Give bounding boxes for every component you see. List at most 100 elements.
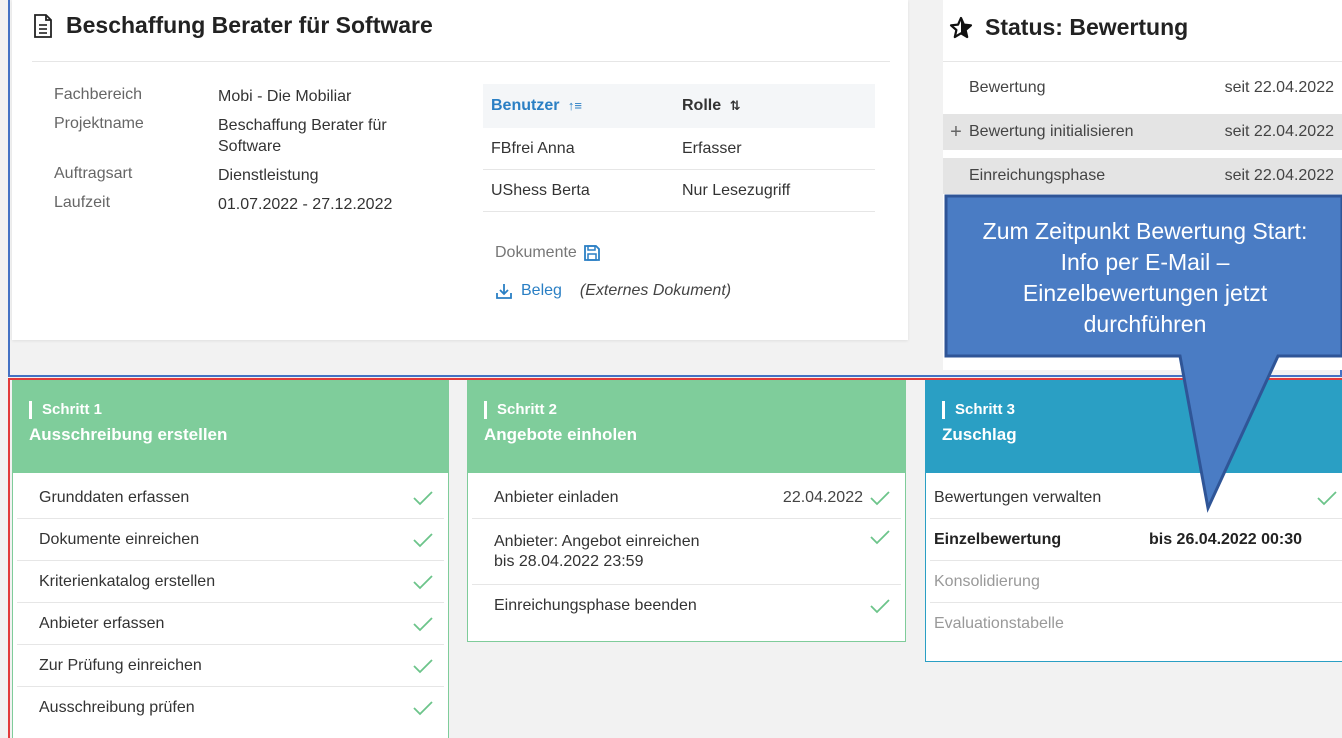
expand-plus-icon[interactable]: + bbox=[943, 121, 969, 144]
task-label: Kriterienkatalog erstellen bbox=[39, 572, 216, 590]
column-header-label: Rolle bbox=[682, 97, 722, 114]
step-task[interactable]: Zur Prüfung einreichen bbox=[17, 645, 444, 687]
step-number: Schritt 1 bbox=[29, 401, 448, 419]
status-label: Bewertung bbox=[969, 79, 1046, 96]
task-label-wrap: Anbieter: Angebot einreichen bis 28.04.2… bbox=[494, 532, 699, 572]
divider bbox=[943, 61, 1342, 62]
step-header: Schritt 2 Angebote einholen bbox=[468, 381, 905, 473]
task-label: Einreichungsphase beenden bbox=[494, 597, 697, 614]
step-task-disabled: Konsolidierung bbox=[930, 561, 1342, 603]
detail-value: Mobi - Die Mobiliar bbox=[218, 88, 352, 105]
document-link[interactable]: Beleg bbox=[521, 282, 562, 300]
document-icon bbox=[34, 13, 52, 38]
step-task[interactable]: Anbieter erfassen bbox=[17, 603, 444, 645]
step-card-2: Schritt 2 Angebote einholen Anbieter ein… bbox=[467, 380, 906, 642]
step-card-1: Schritt 1 Ausschreibung erstellen Grundd… bbox=[12, 380, 449, 738]
project-title: Beschaffung Berater für Software bbox=[66, 12, 433, 38]
check-icon bbox=[413, 532, 433, 547]
status-row[interactable]: Einreichungsphase seit 22.04.2022 bbox=[943, 158, 1342, 194]
task-label: Evaluationstabelle bbox=[934, 615, 1064, 632]
project-details: Fachbereich Mobi - Die Mobiliar Projektn… bbox=[54, 86, 428, 223]
project-card: Beschaffung Berater für Software Fachber… bbox=[12, 0, 908, 340]
task-label: Ausschreibung prüfen bbox=[39, 699, 195, 716]
download-icon[interactable] bbox=[495, 282, 513, 300]
status-row-left: + Bewertung initialisieren bbox=[943, 121, 1134, 144]
task-date: 22.04.2022 bbox=[782, 488, 863, 506]
status-title-wrap: Status: Bewertung bbox=[949, 14, 1188, 41]
documents-label-wrap: Dokumente bbox=[495, 244, 601, 262]
task-label: Dokumente einreichen bbox=[39, 530, 200, 548]
documents-label: Dokumente bbox=[495, 244, 577, 261]
status-label: Bewertung initialisieren bbox=[969, 123, 1134, 140]
detail-label: Fachbereich bbox=[54, 86, 143, 103]
detail-row: Auftragsart Dienstleistung bbox=[54, 165, 428, 186]
step-task[interactable]: Dokumente einreichen bbox=[17, 519, 444, 561]
check-icon bbox=[413, 490, 433, 505]
step-task-disabled: Evaluationstabelle bbox=[930, 603, 1342, 645]
detail-row: Fachbereich Mobi - Die Mobiliar bbox=[54, 86, 428, 107]
save-icon[interactable] bbox=[583, 244, 601, 262]
table-row: FBfrei Anna Erfasser bbox=[483, 128, 875, 170]
step-task[interactable]: Anbieter einladen 22.04.2022 bbox=[472, 477, 901, 519]
check-icon bbox=[413, 616, 433, 631]
task-label: Einzelbewertung bbox=[934, 530, 1062, 548]
status-row: Bewertung seit 22.04.2022 bbox=[943, 70, 1342, 106]
step-name: Angebote einholen bbox=[484, 425, 637, 444]
column-header-label: Benutzer bbox=[491, 97, 560, 114]
check-icon bbox=[413, 574, 433, 589]
project-title-wrap: Beschaffung Berater für Software bbox=[32, 12, 433, 39]
check-icon bbox=[870, 490, 890, 505]
step-task[interactable]: Grunddaten erfassen bbox=[17, 477, 444, 519]
document-note: (Externes Dokument) bbox=[579, 282, 732, 299]
check-icon bbox=[870, 599, 890, 614]
status-date: seit 22.04.2022 bbox=[1224, 79, 1334, 96]
status-row-expandable[interactable]: + Bewertung initialisieren seit 22.04.20… bbox=[943, 114, 1342, 150]
users-table: Benutzer ↑≡ Rolle ⇅ FBfrei Anna Erfasser… bbox=[483, 84, 875, 212]
detail-label: Auftragsart bbox=[54, 165, 133, 182]
divider bbox=[32, 61, 890, 62]
step-task[interactable]: Kriterienkatalog erstellen bbox=[17, 561, 444, 603]
table-cell: FBfrei Anna bbox=[491, 139, 575, 157]
callout-text: Zum Zeitpunkt Bewertung Start: Info per … bbox=[982, 218, 1308, 337]
task-status: 22.04.2022 bbox=[783, 489, 891, 507]
task-deadline: bis 26.04.2022 00:30 bbox=[1148, 530, 1302, 548]
detail-value: 01.07.2022 - 27.12.2022 bbox=[218, 196, 393, 213]
column-header-rolle[interactable]: Rolle ⇅ bbox=[670, 97, 740, 115]
task-label: Konsolidierung bbox=[934, 572, 1040, 590]
step-name: Ausschreibung erstellen bbox=[29, 425, 228, 444]
task-label: Anbieter: Angebot einreichen bbox=[494, 532, 700, 550]
document-entry: Beleg (Externes Dokument) bbox=[495, 282, 731, 300]
step-task[interactable]: Anbieter: Angebot einreichen bis 28.04.2… bbox=[472, 519, 901, 585]
table-row: UShess Berta Nur Lesezugriff bbox=[483, 170, 875, 212]
task-label: Grunddaten erfassen bbox=[39, 488, 190, 506]
step-header: Schritt 1 Ausschreibung erstellen bbox=[13, 381, 448, 473]
detail-label: Projektname bbox=[54, 115, 144, 132]
sort-asc-icon[interactable]: ↑≡ bbox=[568, 98, 582, 113]
status-label: Einreichungsphase bbox=[969, 167, 1106, 184]
detail-value: Dienstleistung bbox=[218, 167, 319, 184]
sort-icon[interactable]: ⇅ bbox=[730, 98, 741, 113]
step-task[interactable]: Einreichungsphase beenden bbox=[472, 585, 901, 627]
detail-row: Projektname Beschaffung Berater für Soft… bbox=[54, 115, 428, 157]
task-label: Anbieter erfassen bbox=[39, 614, 165, 632]
status-title: Status: Bewertung bbox=[985, 14, 1189, 40]
step-task-active[interactable]: Einzelbewertung bis 26.04.2022 00:30 bbox=[930, 519, 1342, 561]
step-number: Schritt 2 bbox=[484, 401, 905, 419]
task-label: Zur Prüfung einreichen bbox=[39, 656, 202, 674]
detail-row: Laufzeit 01.07.2022 - 27.12.2022 bbox=[54, 194, 428, 215]
check-icon bbox=[413, 701, 433, 716]
status-date: seit 22.04.2022 bbox=[1224, 167, 1334, 184]
column-header-benutzer[interactable]: Benutzer ↑≡ bbox=[483, 97, 670, 115]
table-cell: Nur Lesezugriff bbox=[682, 181, 791, 199]
check-icon bbox=[870, 530, 890, 545]
check-icon bbox=[413, 658, 433, 673]
task-deadline: bis 28.04.2022 23:59 bbox=[494, 552, 644, 570]
table-header: Benutzer ↑≡ Rolle ⇅ bbox=[483, 84, 875, 128]
table-cell: UShess Berta bbox=[491, 181, 590, 199]
step-task[interactable]: Ausschreibung prüfen bbox=[17, 687, 444, 729]
star-icon bbox=[949, 16, 973, 38]
task-label: Anbieter einladen bbox=[494, 488, 619, 506]
detail-value: Beschaffung Berater für Software bbox=[218, 117, 387, 155]
detail-label: Laufzeit bbox=[54, 194, 111, 211]
table-cell: Erfasser bbox=[682, 139, 742, 157]
